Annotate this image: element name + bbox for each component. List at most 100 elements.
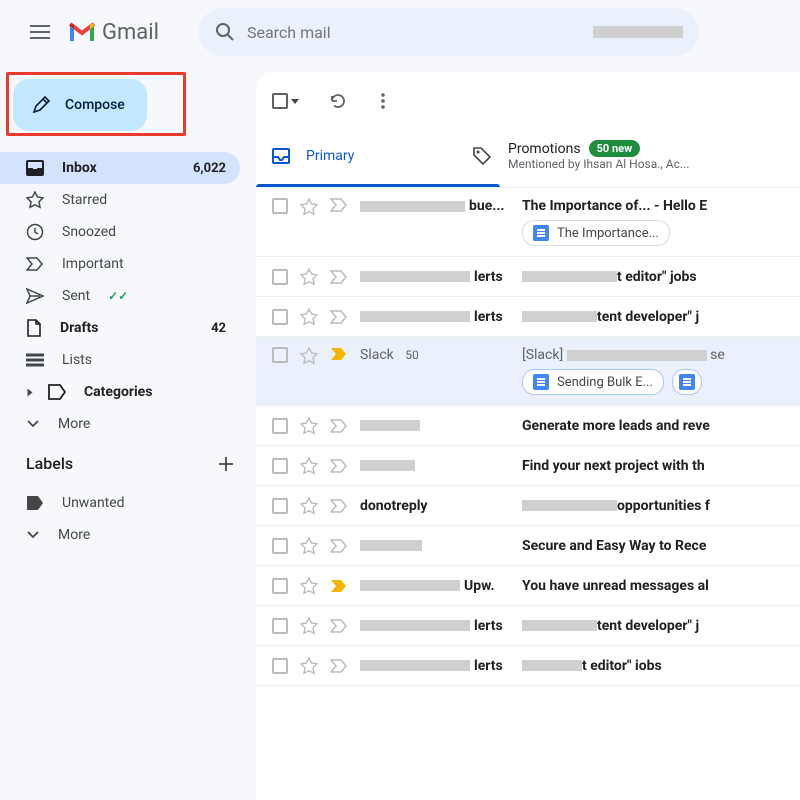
important-icon bbox=[26, 257, 44, 271]
mail-sender: lerts bbox=[360, 269, 510, 285]
sidebar-item-sent[interactable]: Sent ✓✓ bbox=[0, 280, 240, 312]
star-icon[interactable] bbox=[300, 198, 318, 216]
sidebar-item-inbox[interactable]: Inbox 6,022 bbox=[0, 152, 240, 184]
add-label-button[interactable] bbox=[218, 456, 234, 472]
sidebar-item-starred[interactable]: Starred bbox=[0, 184, 240, 216]
mail-subject: You have unread messages al bbox=[522, 578, 784, 594]
important-marker[interactable] bbox=[330, 310, 348, 324]
mail-checkbox[interactable] bbox=[272, 347, 288, 363]
mail-row[interactable]: donotreply opportunities f bbox=[256, 486, 800, 526]
important-marker[interactable] bbox=[330, 270, 348, 284]
star-icon[interactable] bbox=[300, 577, 318, 595]
tag-icon bbox=[472, 146, 492, 166]
mail-checkbox[interactable] bbox=[272, 198, 288, 214]
label-more[interactable]: More bbox=[0, 519, 240, 551]
compose-button[interactable]: Compose bbox=[13, 79, 147, 131]
mail-row[interactable]: Slack 50 [Slack] se Sending Bulk E... bbox=[256, 337, 800, 406]
tab-promotions[interactable]: Promotions 50 new Mentioned by Ihsan Al … bbox=[456, 124, 705, 187]
mail-row[interactable]: Secure and Easy Way to Rece bbox=[256, 526, 800, 566]
mail-subject: tent developer" j bbox=[522, 309, 784, 325]
important-marker[interactable] bbox=[330, 499, 348, 513]
sidebar-item-lists[interactable]: Lists bbox=[0, 344, 240, 376]
mail-checkbox[interactable] bbox=[272, 269, 288, 285]
label-tag-icon bbox=[26, 495, 44, 511]
search-input[interactable] bbox=[247, 23, 581, 42]
sidebar-item-important[interactable]: Important bbox=[0, 248, 240, 280]
mail-row[interactable]: lerts t editor" jobs bbox=[256, 257, 800, 297]
caret-right-icon bbox=[28, 388, 33, 396]
mail-row[interactable]: lerts t editor" iobs bbox=[256, 646, 800, 686]
pencil-icon bbox=[31, 95, 51, 115]
sidebar: Compose Inbox 6,022 Starred Snoozed Impo… bbox=[0, 0, 256, 800]
clock-icon bbox=[26, 223, 44, 241]
important-marker[interactable] bbox=[330, 347, 348, 361]
caret-down-icon[interactable] bbox=[291, 99, 299, 104]
mail-row[interactable]: Upw. You have unread messages al bbox=[256, 566, 800, 606]
mail-checkbox[interactable] bbox=[272, 538, 288, 554]
compose-highlight-box: Compose bbox=[6, 72, 186, 136]
redacted-text bbox=[593, 26, 683, 38]
sidebar-item-more[interactable]: More bbox=[0, 408, 240, 440]
gmail-logo[interactable]: Gmail bbox=[68, 20, 159, 45]
mail-checkbox[interactable] bbox=[272, 578, 288, 594]
mail-checkbox[interactable] bbox=[272, 309, 288, 325]
star-icon[interactable] bbox=[300, 308, 318, 326]
mail-row[interactable]: lerts tent developer" j bbox=[256, 606, 800, 646]
category-tabs: Primary Promotions 50 new Mentioned by I… bbox=[256, 124, 800, 188]
mail-row[interactable]: bue... The Importance of... - Hello E Th… bbox=[256, 188, 800, 257]
docs-icon bbox=[533, 374, 549, 390]
star-icon[interactable] bbox=[300, 457, 318, 475]
mail-checkbox[interactable] bbox=[272, 618, 288, 634]
sidebar-item-drafts[interactable]: Drafts 42 bbox=[0, 312, 240, 344]
important-marker[interactable] bbox=[330, 619, 348, 633]
mail-row[interactable]: lerts tent developer" j bbox=[256, 297, 800, 337]
mail-subject: t editor" jobs bbox=[522, 269, 784, 285]
label-unwanted[interactable]: Unwanted bbox=[0, 487, 240, 519]
inbox-icon bbox=[26, 159, 44, 177]
attachment-chip[interactable] bbox=[672, 369, 702, 395]
star-icon[interactable] bbox=[300, 497, 318, 515]
refresh-button[interactable] bbox=[323, 86, 353, 116]
main-content: Primary Promotions 50 new Mentioned by I… bbox=[256, 0, 800, 800]
important-marker[interactable] bbox=[330, 198, 348, 212]
mail-sender bbox=[360, 540, 510, 551]
mail-row[interactable]: Generate more leads and reve bbox=[256, 406, 800, 446]
attachment-chip[interactable]: The Importance... bbox=[522, 220, 670, 246]
important-marker[interactable] bbox=[330, 579, 348, 593]
label-icon bbox=[48, 384, 66, 400]
mail-checkbox[interactable] bbox=[272, 418, 288, 434]
important-marker[interactable] bbox=[330, 459, 348, 473]
chevron-down-icon bbox=[26, 419, 40, 429]
mail-checkbox[interactable] bbox=[272, 658, 288, 674]
star-icon[interactable] bbox=[300, 347, 318, 365]
search-bar[interactable] bbox=[199, 8, 699, 56]
mail-subject: opportunities f bbox=[522, 498, 784, 514]
star-icon[interactable] bbox=[300, 268, 318, 286]
select-all-checkbox[interactable] bbox=[272, 93, 301, 109]
mail-sender: Slack 50 bbox=[360, 347, 510, 363]
sidebar-item-snoozed[interactable]: Snoozed bbox=[0, 216, 240, 248]
mail-subject: [Slack] se bbox=[522, 347, 725, 363]
sidebar-item-categories[interactable]: Categories bbox=[0, 376, 240, 408]
star-icon[interactable] bbox=[300, 657, 318, 675]
star-icon[interactable] bbox=[300, 417, 318, 435]
star-icon[interactable] bbox=[300, 537, 318, 555]
important-marker[interactable] bbox=[330, 419, 348, 433]
attachment-chip[interactable]: Sending Bulk E... bbox=[522, 369, 664, 395]
plus-icon bbox=[218, 456, 234, 472]
important-marker[interactable] bbox=[330, 539, 348, 553]
mail-checkbox[interactable] bbox=[272, 498, 288, 514]
main-menu-icon[interactable] bbox=[16, 8, 64, 56]
tab-primary[interactable]: Primary bbox=[256, 124, 456, 187]
search-icon bbox=[215, 22, 235, 42]
mail-subject: Find your next project with th bbox=[522, 458, 784, 474]
mail-list: bue... The Importance of... - Hello E Th… bbox=[256, 188, 800, 800]
mail-subject: The Importance of... - Hello E bbox=[522, 198, 707, 214]
important-marker[interactable] bbox=[330, 659, 348, 673]
star-icon[interactable] bbox=[300, 617, 318, 635]
more-button[interactable] bbox=[375, 87, 391, 115]
mail-row[interactable]: Find your next project with th bbox=[256, 446, 800, 486]
chevron-down-icon bbox=[26, 530, 40, 540]
mail-checkbox[interactable] bbox=[272, 458, 288, 474]
labels-header: Labels bbox=[0, 440, 256, 479]
